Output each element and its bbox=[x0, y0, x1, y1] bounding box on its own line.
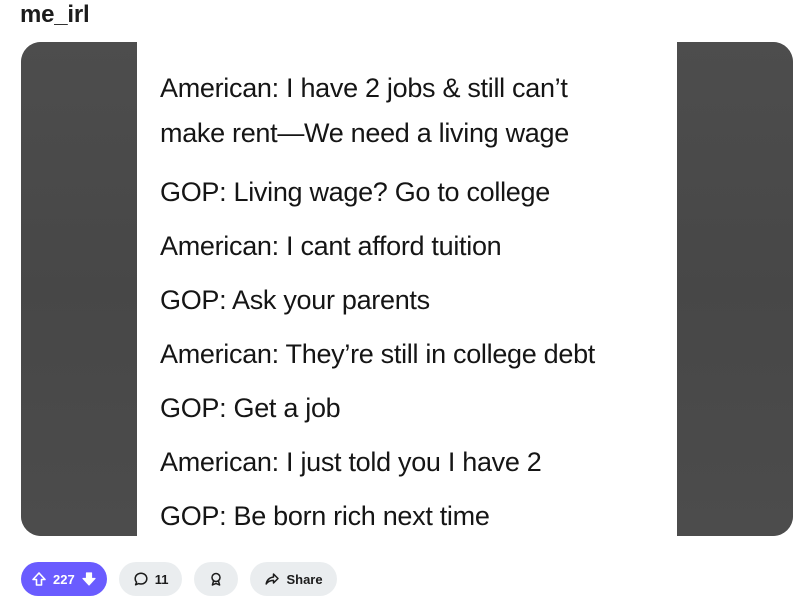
share-icon bbox=[264, 571, 280, 587]
post-page: me_irl American: I have 2 jobs & still c… bbox=[0, 0, 800, 605]
meme-line: GOP: Living wage? Go to college bbox=[160, 177, 550, 207]
meme-line: American: I cant afford tuition bbox=[160, 231, 502, 261]
meme-text-lines: American: I have 2 jobs & still can’t ma… bbox=[160, 66, 669, 536]
share-label: Share bbox=[286, 571, 323, 587]
award-icon bbox=[208, 571, 224, 587]
share-button[interactable]: Share bbox=[250, 562, 337, 596]
meme-line: American: They’re still in college debt bbox=[160, 339, 596, 369]
post-media[interactable]: American: I have 2 jobs & still can’t ma… bbox=[21, 42, 793, 536]
meme-line: American: I have 2 jobs & still can’t bbox=[160, 73, 568, 103]
meme-line: make rent—We need a living wage bbox=[160, 118, 569, 148]
award-button[interactable] bbox=[194, 562, 239, 596]
comment-count: 11 bbox=[154, 571, 169, 587]
comment-icon bbox=[133, 571, 149, 587]
comments-button[interactable]: 11 bbox=[118, 562, 183, 596]
meme-image: American: I have 2 jobs & still can’t ma… bbox=[137, 42, 679, 536]
vote-control: 227 bbox=[21, 562, 107, 596]
post-action-bar: 227 11 Share bbox=[21, 561, 337, 597]
upvote-icon[interactable] bbox=[31, 571, 47, 587]
downvote-icon[interactable] bbox=[81, 571, 97, 587]
meme-line: American: I just told you I have 2 bbox=[160, 447, 542, 477]
vote-count: 227 bbox=[53, 571, 75, 587]
media-letterbox-right bbox=[677, 42, 793, 536]
meme-line: GOP: Be born rich next time bbox=[160, 501, 490, 531]
meme-line: GOP: Ask your parents bbox=[160, 285, 430, 315]
media-letterbox-left bbox=[21, 42, 137, 536]
subreddit-title[interactable]: me_irl bbox=[20, 1, 90, 29]
meme-line: GOP: Get a job bbox=[160, 393, 341, 423]
